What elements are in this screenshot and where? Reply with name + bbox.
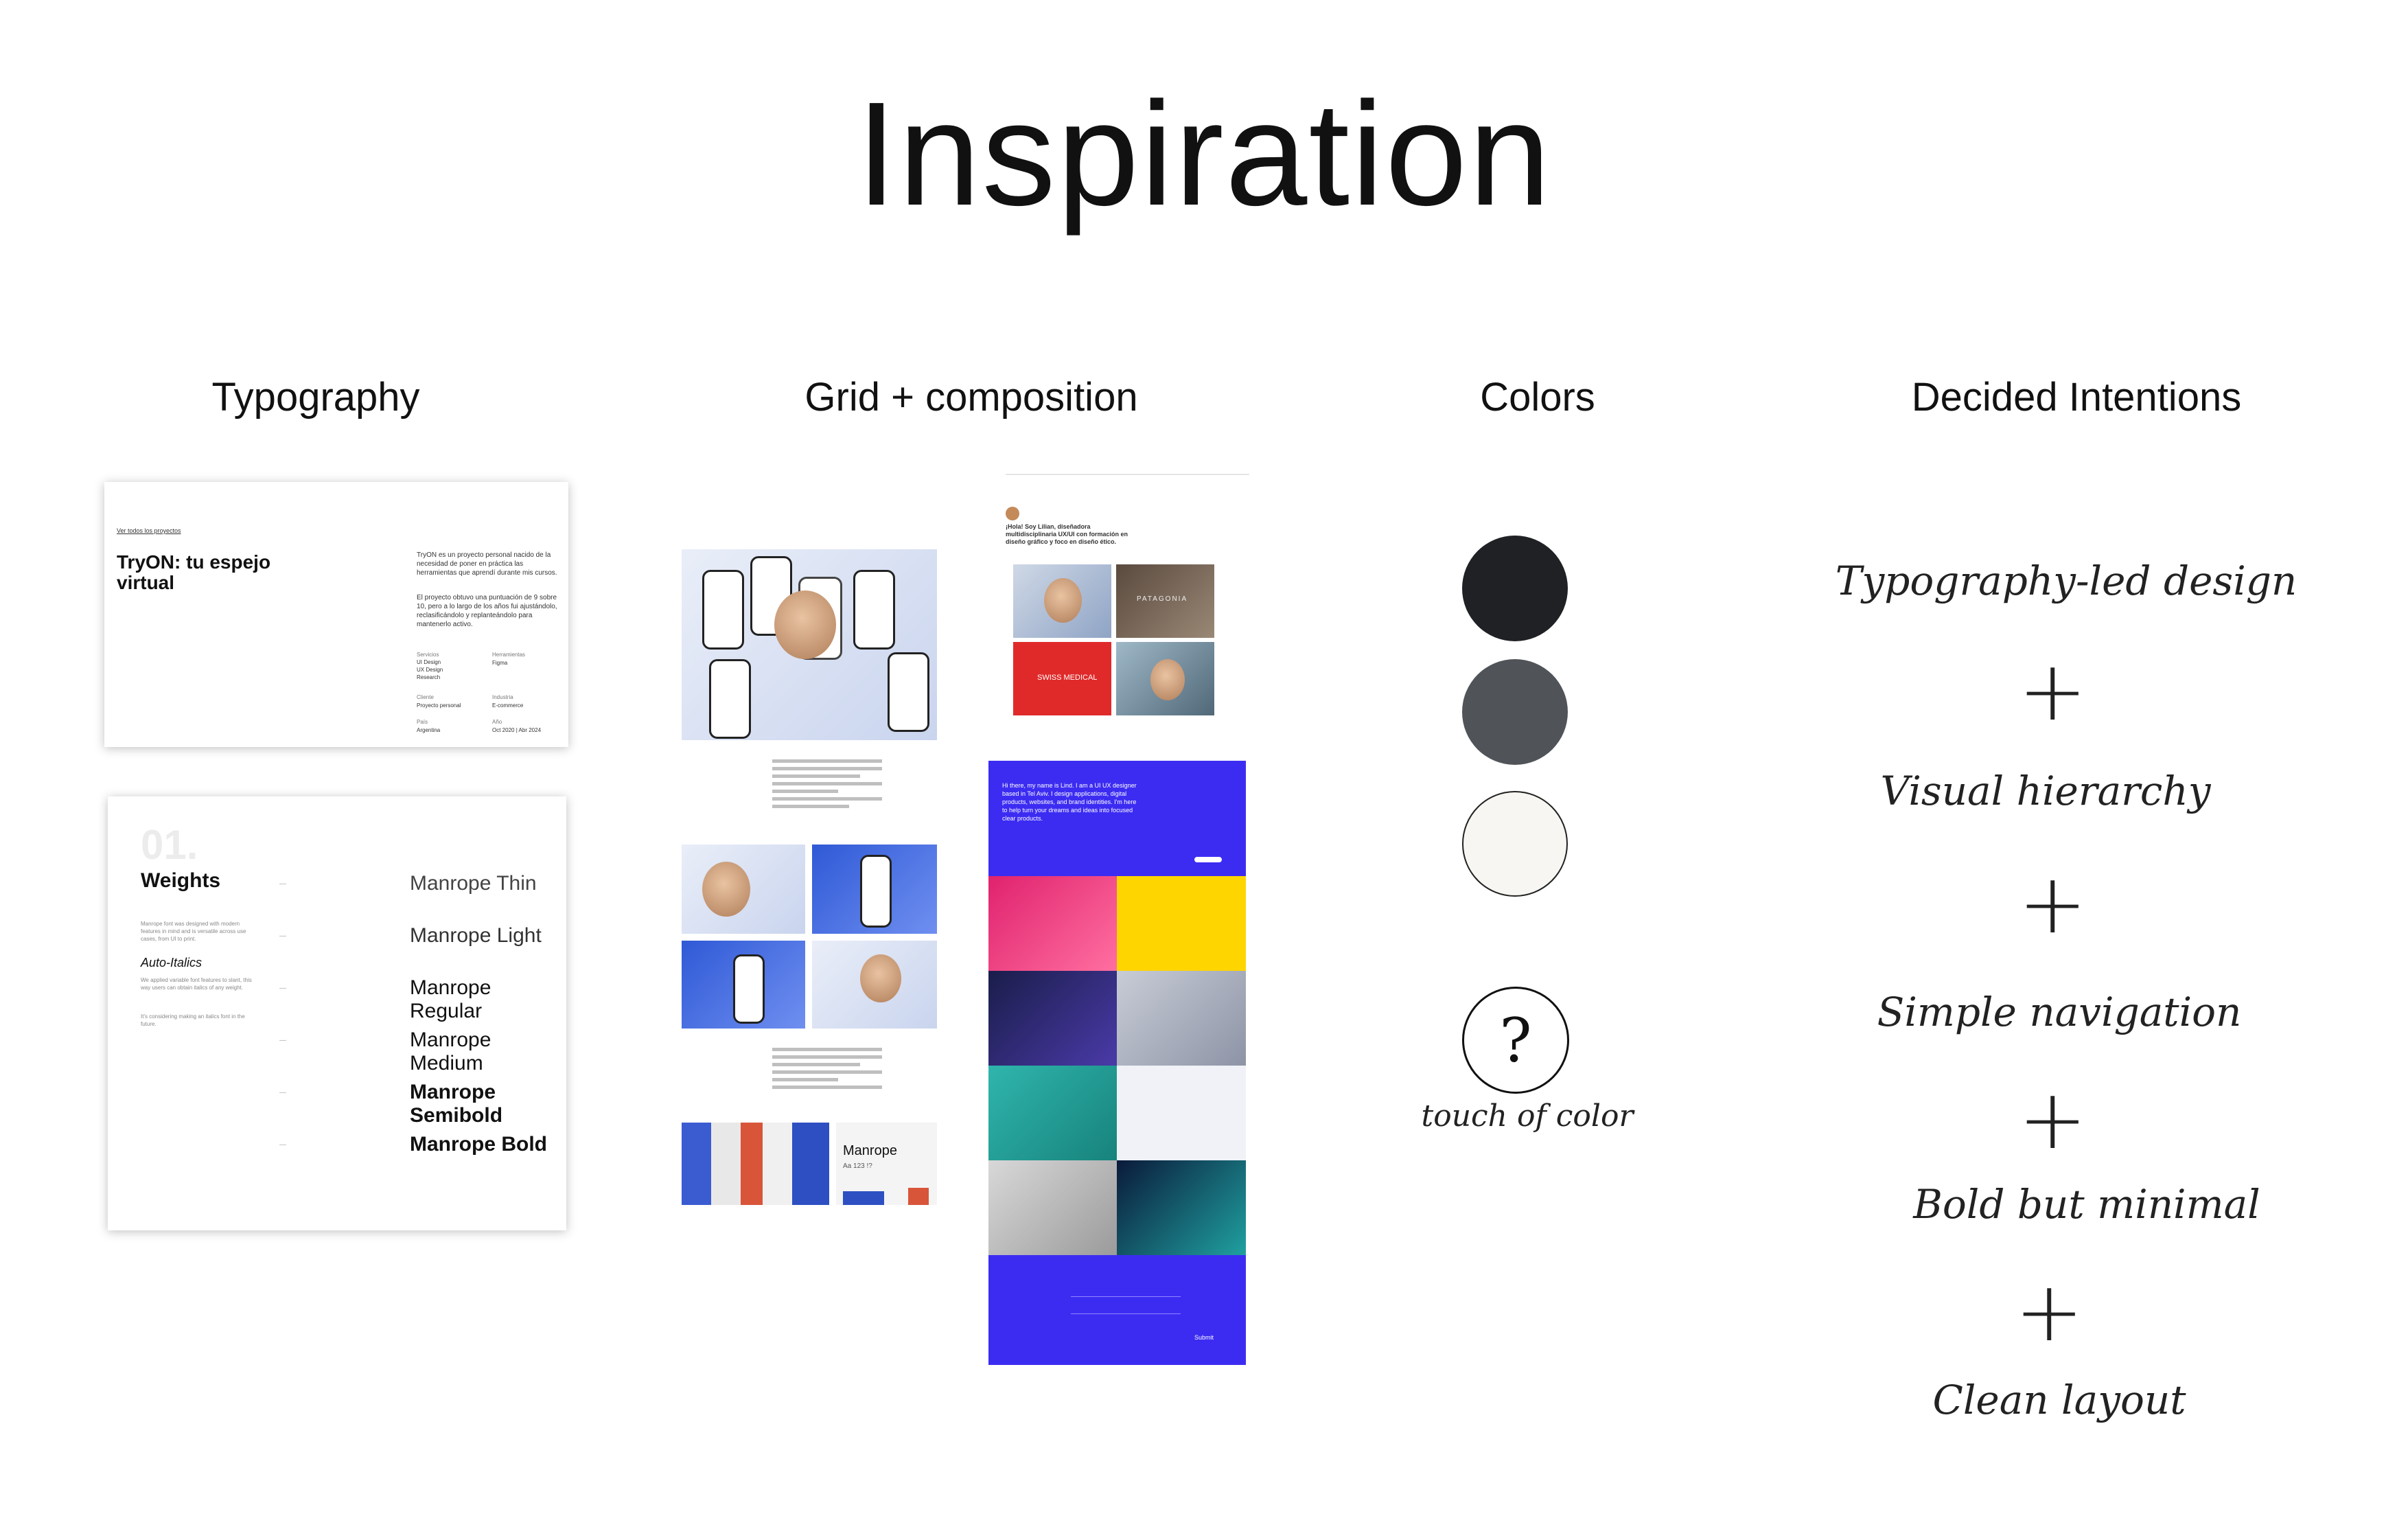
meta-value: Argentina xyxy=(417,727,441,733)
grid-sample-text-block-2 xyxy=(772,1044,882,1093)
avatar xyxy=(1006,507,1019,520)
blue-grid-tile-8 xyxy=(1117,1160,1246,1255)
intention-typography-led: Typography-led design xyxy=(1835,558,2297,604)
color-swatch-gray xyxy=(1462,659,1568,765)
weight-sample-regular: Manrope Regular xyxy=(410,976,491,1022)
weights-description: Manrope font was designed with modern fe… xyxy=(141,921,246,942)
grid-sample-intro-text: ¡Hola! Soy Lilian, diseñadora multidisci… xyxy=(1006,523,1128,545)
plus-icon: + xyxy=(2018,644,2087,739)
blue-grid-tile-7 xyxy=(988,1160,1117,1255)
color-swatch-dark xyxy=(1462,536,1568,641)
section-number: 01. xyxy=(141,822,198,868)
intention-simple-navigation: Simple navigation xyxy=(1877,989,2242,1035)
blue-grid-tile-5 xyxy=(988,1066,1117,1160)
blue-grid-tile-1 xyxy=(988,876,1117,971)
grid-sample-glasses-4 xyxy=(812,941,937,1029)
card-paragraph-1: TryON es un proyecto personal nacido de … xyxy=(417,551,557,577)
typography-sample-card-weights: 01. Weights Manrope font was designed wi… xyxy=(108,796,566,1230)
plus-icon: + xyxy=(2015,1265,2084,1360)
grid-sample-glasses-2 xyxy=(812,845,937,934)
weight-marker: — xyxy=(279,932,286,940)
intentions-heading: Decided Intentions xyxy=(1911,375,2242,420)
weight-sample-light: Manrope Light xyxy=(410,924,542,947)
brand-tile-text: PATAGONIA xyxy=(1137,595,1188,603)
weight-marker: — xyxy=(279,985,286,992)
typography-heading: Typography xyxy=(211,375,420,420)
grid-sample-font-card: Manrope Aa 123 !? xyxy=(836,1123,937,1205)
weight-marker: — xyxy=(279,1141,286,1149)
weight-marker: — xyxy=(279,880,286,888)
auto-italics-description: We applied variable font features to sla… xyxy=(141,977,252,991)
question-icon: ? xyxy=(1462,987,1569,1094)
blue-grid-tile-4 xyxy=(1117,971,1246,1066)
weights-extra-note: It's considering making an italics font … xyxy=(141,1013,245,1027)
grid-heading: Grid + composition xyxy=(804,375,1138,420)
submit-button[interactable]: Submit xyxy=(1194,1334,1214,1341)
weight-marker: — xyxy=(279,1089,286,1096)
card-paragraph-2: El proyecto obtuvo una puntuación de 9 s… xyxy=(417,594,557,628)
form-field-line[interactable] xyxy=(1071,1296,1181,1297)
red-tile-text: SWISS MEDICAL xyxy=(1037,674,1098,682)
form-field-line[interactable] xyxy=(1071,1313,1181,1314)
grid-sample-blue-portfolio: Hi there, my name is Lind. I am a UI UX … xyxy=(988,761,1246,1365)
meta-value: E-commerce xyxy=(492,702,524,709)
typography-sample-card-tryon: Ver todos los proyectos TryON: tu espejo… xyxy=(104,482,568,747)
blue-intro-text: Hi there, my name is Lind. I am a UI UX … xyxy=(1002,782,1137,822)
weight-marker: — xyxy=(279,1037,286,1044)
weight-sample-bold: Manrope Bold xyxy=(410,1133,547,1156)
intention-bold-but-minimal: Bold but minimal xyxy=(1913,1181,2260,1228)
grid-sample-glasses-3 xyxy=(682,941,805,1029)
blue-grid-tile-6 xyxy=(1117,1066,1246,1160)
grid-sample-portfolio-tile-4 xyxy=(1116,642,1214,715)
grid-sample-portfolio-tile-1 xyxy=(1013,564,1111,638)
grid-sample-portfolio-tile-3: SWISS MEDICAL xyxy=(1013,642,1111,715)
meta-value: Figma xyxy=(492,660,508,666)
meta-value: Proyecto personal xyxy=(417,702,461,709)
weight-sample-medium: Manrope Medium xyxy=(410,1029,491,1075)
grid-sample-nav-bar xyxy=(1006,474,1249,475)
intention-visual-hierarchy: Visual hierarchy xyxy=(1880,768,2211,814)
touch-of-color-label: touch of color xyxy=(1421,1099,1634,1134)
intention-clean-layout: Clean layout xyxy=(1932,1377,2186,1423)
color-swatch-offwhite xyxy=(1462,791,1568,897)
meta-value: UI Design UX Design Research xyxy=(417,659,443,680)
grid-sample-moodboard xyxy=(682,1123,829,1205)
question-mark: ? xyxy=(1499,1004,1532,1076)
page-title: Inspiration xyxy=(856,71,1552,236)
weight-sample-thin: Manrope Thin xyxy=(410,872,537,895)
plus-icon: + xyxy=(2018,1072,2087,1168)
grid-sample-text-block xyxy=(772,755,882,812)
colors-heading: Colors xyxy=(1480,375,1595,420)
grid-sample-portfolio-tile-2: PATAGONIA xyxy=(1116,564,1214,638)
font-card-name: Manrope xyxy=(843,1143,897,1158)
plus-icon: + xyxy=(2018,857,2087,952)
card-kicker: Ver todos los proyectos xyxy=(117,527,181,534)
grid-sample-tryon-hero xyxy=(682,549,937,740)
grid-sample-glasses-1 xyxy=(682,845,805,934)
font-card-sample: Aa 123 !? xyxy=(843,1162,872,1170)
blue-grid-tile-2 xyxy=(1117,876,1246,971)
meta-value: Oct 2020 | Abr 2024 xyxy=(492,727,542,733)
weight-sample-semibold: Manrope Semibold xyxy=(410,1081,503,1127)
card-heading: TryON: tu espejo virtual xyxy=(117,551,271,593)
blue-grid-tile-3 xyxy=(988,971,1117,1066)
contact-button[interactable] xyxy=(1194,857,1222,862)
auto-italics-label: Auto-Italics xyxy=(141,956,202,969)
weights-heading: Weights xyxy=(141,869,221,892)
